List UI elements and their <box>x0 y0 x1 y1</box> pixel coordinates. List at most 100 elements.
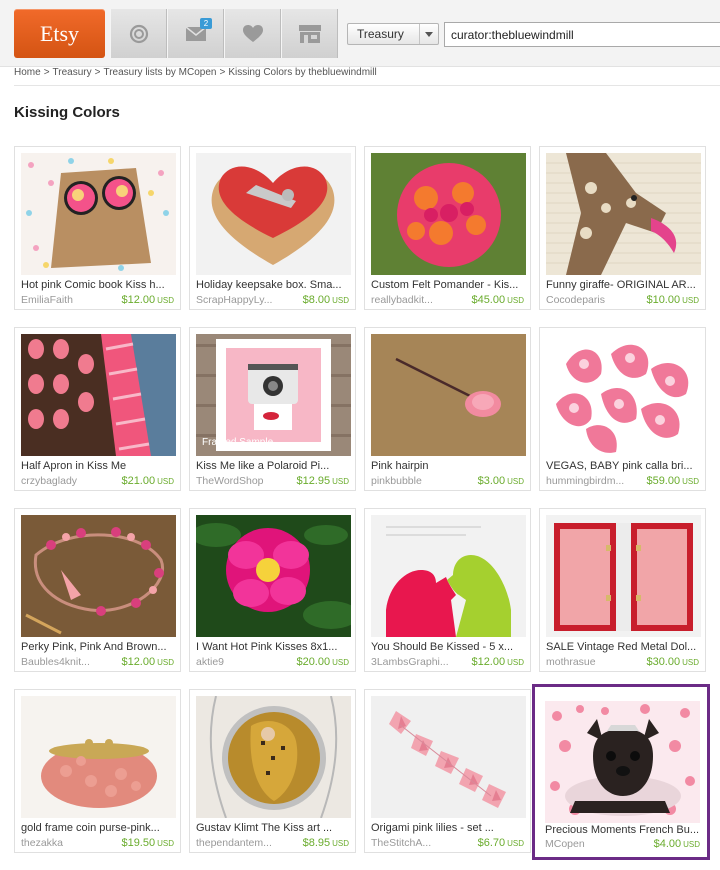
listing-shop[interactable]: TheWordShop <box>196 475 264 487</box>
listing-thumbnail[interactable] <box>21 334 176 456</box>
listing-price: $12.00 USD <box>121 656 174 668</box>
listing-shop[interactable]: pinkbubble <box>371 475 422 487</box>
search-category-select[interactable]: Treasury <box>347 23 439 45</box>
listing-shop[interactable]: thezakka <box>21 837 63 849</box>
listing-price: $12.95 USD <box>296 475 349 487</box>
top-bar: Etsy 2 Treasury <box>0 0 720 67</box>
listing-card[interactable]: Hot pink Comic book Kiss h... EmiliaFait… <box>14 146 181 310</box>
chevron-down-icon <box>419 24 438 44</box>
listing-price: $12.00 USD <box>121 294 174 306</box>
listing-title[interactable]: Gustav Klimt The Kiss art ... <box>196 822 351 834</box>
listing-price: $19.50 USD <box>121 837 174 849</box>
listing-title[interactable]: I Want Hot Pink Kisses 8x1... <box>196 641 351 653</box>
listing-price: $21.00 USD <box>121 475 174 487</box>
listing-thumbnail[interactable] <box>371 515 526 637</box>
listing-price: $6.70 USD <box>477 837 524 849</box>
listing-title[interactable]: SALE Vintage Red Metal Dol... <box>546 641 701 653</box>
listing-title[interactable]: Origami pink lilies - set ... <box>371 822 526 834</box>
listing-title[interactable]: VEGAS, BABY pink calla bri... <box>546 460 701 472</box>
listing-title[interactable]: gold frame coin purse-pink... <box>21 822 176 834</box>
breadcrumb-current: Kissing Colors by thebluewindmill <box>228 67 377 78</box>
breadcrumb-home[interactable]: Home <box>14 67 41 78</box>
activity-button[interactable] <box>110 9 167 58</box>
listing-card[interactable]: Perky Pink, Pink And Brown... Baubles4kn… <box>14 508 181 672</box>
listing-card[interactable]: VEGAS, BABY pink calla bri... hummingbir… <box>539 327 706 491</box>
listing-shop[interactable]: thependantem... <box>196 837 272 849</box>
listing-thumbnail[interactable] <box>546 334 701 456</box>
listing-thumbnail[interactable]: Framed Sample <box>196 334 351 456</box>
messages-button[interactable]: 2 <box>167 9 224 58</box>
listing-title[interactable]: Custom Felt Pomander - Kis... <box>371 279 526 291</box>
listing-shop[interactable]: MCopen <box>545 838 585 850</box>
listing-card[interactable]: Pink hairpin pinkbubble $3.00 USD <box>364 327 531 491</box>
listing-thumbnail[interactable] <box>371 334 526 456</box>
listing-shop[interactable]: aktie9 <box>196 656 224 668</box>
listing-title[interactable]: Pink hairpin <box>371 460 526 472</box>
listing-price: $8.00 USD <box>302 294 349 306</box>
listing-thumbnail[interactable] <box>546 153 701 275</box>
search-input[interactable] <box>444 22 720 47</box>
breadcrumb-treasury[interactable]: Treasury <box>53 67 92 78</box>
listing-title[interactable]: Kiss Me like a Polaroid Pi... <box>196 460 351 472</box>
listing-title[interactable]: You Should Be Kissed - 5 x... <box>371 641 526 653</box>
listing-card[interactable]: You Should Be Kissed - 5 x... 3LambsGrap… <box>364 508 531 672</box>
listing-shop[interactable]: 3LambsGraphi... <box>371 656 449 668</box>
listing-shop[interactable]: reallybadkit... <box>371 294 433 306</box>
listing-card[interactable]: SALE Vintage Red Metal Dol... mothrasue … <box>539 508 706 672</box>
listing-title[interactable]: Holiday keepsake box. Sma... <box>196 279 351 291</box>
listing-shop[interactable]: TheStitchA... <box>371 837 431 849</box>
listing-thumbnail[interactable] <box>546 515 701 637</box>
listing-price: $10.00 USD <box>646 294 699 306</box>
shop-button[interactable] <box>281 9 338 58</box>
etsy-logo[interactable]: Etsy <box>14 9 105 58</box>
listing-price: $4.00 USD <box>653 838 700 850</box>
storefront-icon <box>298 24 321 43</box>
listing-shop[interactable]: Cocodeparis <box>546 294 605 306</box>
listing-price: $12.00 USD <box>471 656 524 668</box>
listing-card[interactable]: Funny giraffe- ORIGINAL AR... Cocodepari… <box>539 146 706 310</box>
listing-title[interactable]: Hot pink Comic book Kiss h... <box>21 279 176 291</box>
divider <box>14 85 720 86</box>
listing-price: $3.00 USD <box>477 475 524 487</box>
breadcrumb: Home > Treasury > Treasury lists by MCopen > K… <box>14 67 377 78</box>
listing-card[interactable]: I Want Hot Pink Kisses 8x1... aktie9 $20… <box>189 508 356 672</box>
listing-title[interactable]: Perky Pink, Pink And Brown... <box>21 641 176 653</box>
listing-thumbnail[interactable] <box>371 153 526 275</box>
listing-thumbnail[interactable] <box>21 696 176 818</box>
listing-card[interactable]: Half Apron in Kiss Me crzybaglady $21.00… <box>14 327 181 491</box>
listing-price: $30.00 USD <box>646 656 699 668</box>
listing-thumbnail[interactable] <box>21 153 176 275</box>
framed-sample-overlay: Framed Sample <box>202 437 274 448</box>
listing-title[interactable]: Precious Moments French Bu... <box>545 824 700 836</box>
search-category-label: Treasury <box>357 27 404 41</box>
listing-card[interactable]: Holiday keepsake box. Sma... ScrapHappyL… <box>189 146 356 310</box>
listing-thumbnail[interactable] <box>21 515 176 637</box>
listing-shop[interactable]: Baubles4knit... <box>21 656 90 668</box>
listing-price: $59.00 USD <box>646 475 699 487</box>
breadcrumb-treasury-lists[interactable]: Treasury lists by MCopen <box>103 67 216 78</box>
listing-thumbnail[interactable] <box>196 696 351 818</box>
listing-card[interactable]: Custom Felt Pomander - Kis... reallybadk… <box>364 146 531 310</box>
listing-title[interactable]: Funny giraffe- ORIGINAL AR... <box>546 279 701 291</box>
page-title: Kissing Colors <box>14 104 120 121</box>
listing-thumbnail[interactable] <box>371 696 526 818</box>
listing-card[interactable]: Gustav Klimt The Kiss art ... thependant… <box>189 689 356 853</box>
listing-thumbnail[interactable] <box>196 153 351 275</box>
listing-card[interactable]: Framed Sample Kiss Me like a Polaroid Pi… <box>189 327 356 491</box>
listing-price: $45.00 USD <box>471 294 524 306</box>
breadcrumb-separator: > <box>43 67 50 78</box>
breadcrumb-separator: > <box>219 67 226 78</box>
favorites-button[interactable] <box>224 9 281 58</box>
listing-title[interactable]: Half Apron in Kiss Me <box>21 460 176 472</box>
listing-shop[interactable]: hummingbirdm... <box>546 475 624 487</box>
listing-thumbnail[interactable] <box>545 701 700 823</box>
listing-shop[interactable]: crzybaglady <box>21 475 77 487</box>
listing-thumbnail[interactable] <box>196 515 351 637</box>
listing-price: $20.00 USD <box>296 656 349 668</box>
listing-card[interactable]: Origami pink lilies - set ... TheStitchA… <box>364 689 531 853</box>
listing-card[interactable]: gold frame coin purse-pink... thezakka $… <box>14 689 181 853</box>
listing-shop[interactable]: ScrapHappyLy... <box>196 294 272 306</box>
listing-shop[interactable]: mothrasue <box>546 656 596 668</box>
listing-card-highlighted[interactable]: Precious Moments French Bu... MCopen $4.… <box>532 684 710 860</box>
listing-shop[interactable]: EmiliaFaith <box>21 294 73 306</box>
